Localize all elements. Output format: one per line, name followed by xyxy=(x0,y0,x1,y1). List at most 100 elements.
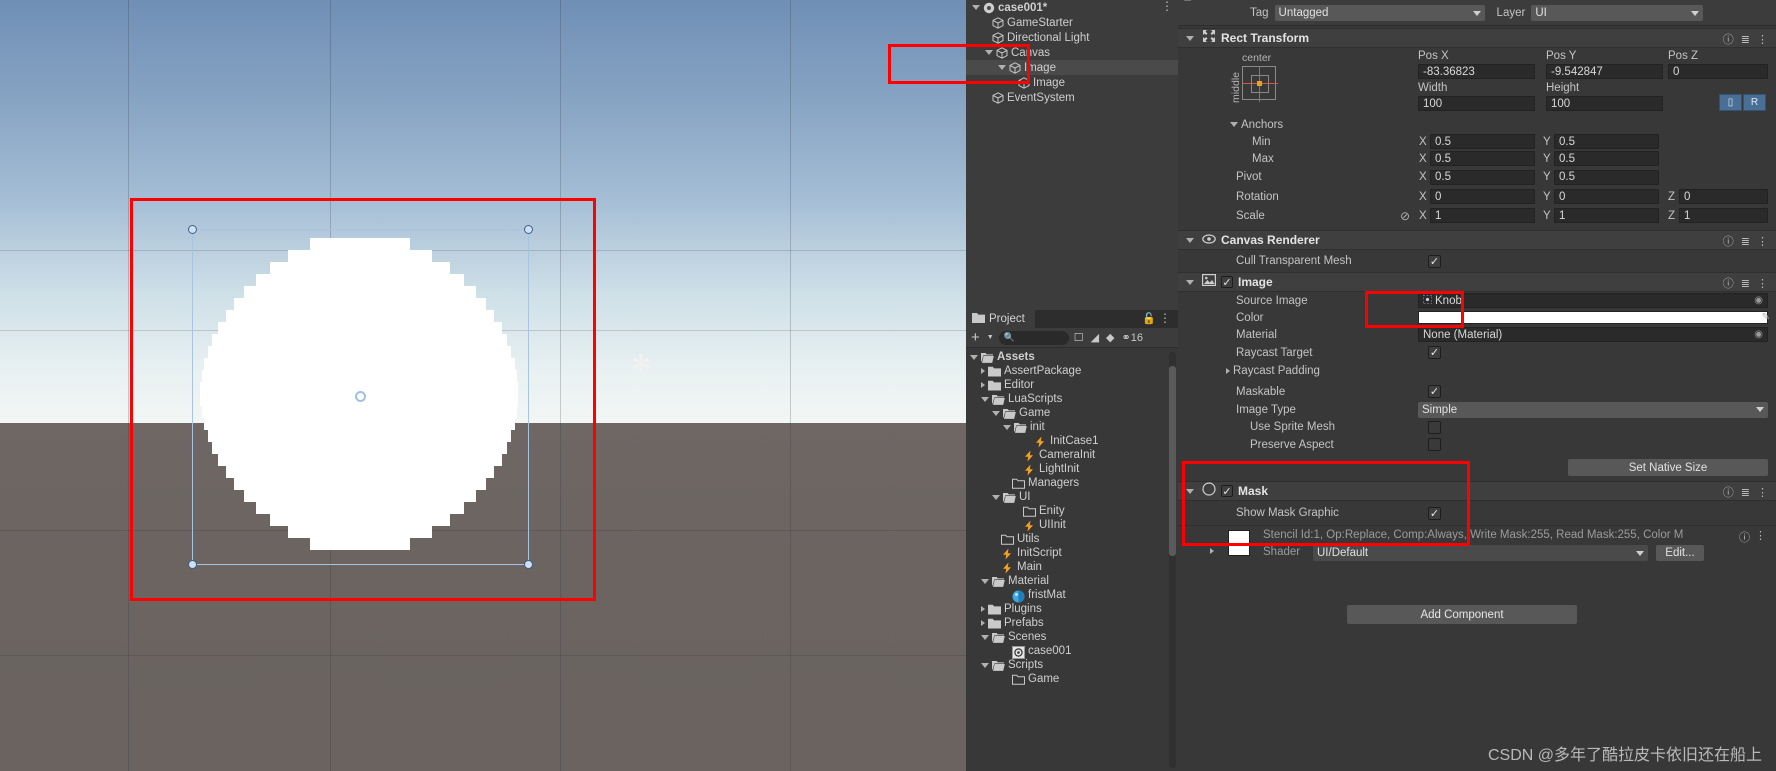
project-item-fristmat[interactable]: fristMat xyxy=(966,588,1178,602)
project-item-lightinit[interactable]: LightInit xyxy=(966,462,1178,476)
project-item-scenes[interactable]: Scenes xyxy=(966,630,1178,644)
collapse-arrow-icon[interactable] xyxy=(981,634,989,640)
maskable-checkbox[interactable]: ✓ xyxy=(1428,385,1441,398)
component-header-rect-transform[interactable]: Rect Transform ⓘ ≣ ⋮ xyxy=(1178,28,1776,48)
tab-project[interactable]: Project xyxy=(966,310,1035,328)
pos-x-field[interactable]: -83.36823 xyxy=(1418,64,1535,79)
raw-edit-mode-button[interactable]: R xyxy=(1743,94,1766,111)
rotation-x-field[interactable]: 0 xyxy=(1430,189,1535,204)
project-item-prefabs[interactable]: Prefabs xyxy=(966,616,1178,630)
hierarchy-item-eventsystem[interactable]: EventSystem xyxy=(966,90,1178,105)
width-field[interactable]: 100 xyxy=(1418,96,1535,111)
project-panel[interactable]: Project 🔓 ⋮ + ▼ 🔍 ☐ ◢ ◆ ⚭ 16 Assets Assert… xyxy=(966,310,1178,771)
search-input[interactable]: 🔍 xyxy=(998,330,1069,345)
project-item-initscript[interactable]: InitScript xyxy=(966,546,1178,560)
project-toolbar[interactable]: + ▼ 🔍 ☐ ◢ ◆ ⚭ 16 xyxy=(966,328,1178,348)
set-native-size-button[interactable]: Set Native Size xyxy=(1568,459,1768,476)
collapse-arrow-icon[interactable] xyxy=(1186,237,1194,243)
expand-arrow-icon[interactable] xyxy=(981,620,985,626)
hierarchy-item-case001-[interactable]: case001* xyxy=(966,0,1178,15)
project-item-camerainit[interactable]: CameraInit xyxy=(966,448,1178,462)
preset-icon[interactable]: ≣ xyxy=(1741,486,1750,499)
project-item-luascripts[interactable]: LuaScripts xyxy=(966,392,1178,406)
project-menu-icon[interactable]: ⋮ xyxy=(1159,311,1171,325)
material-field[interactable]: None (Material) ◉ xyxy=(1418,327,1768,342)
add-component-button[interactable]: Add Component xyxy=(1347,605,1577,624)
project-item-main[interactable]: Main xyxy=(966,560,1178,574)
object-picker-icon[interactable]: ◉ xyxy=(1754,295,1763,306)
collapse-arrow-icon[interactable] xyxy=(992,494,1000,500)
preset-icon[interactable]: ≣ xyxy=(1741,235,1750,248)
preset-icon[interactable]: ≣ xyxy=(1741,277,1750,290)
blueprint-mode-button[interactable]: ▯ xyxy=(1719,94,1742,111)
use-sprite-mesh-checkbox[interactable]: ✓ xyxy=(1428,420,1441,434)
constrain-proportions-icon[interactable]: ⊘ xyxy=(1400,209,1410,223)
help-icon[interactable]: ⓘ xyxy=(1723,275,1734,291)
pos-y-field[interactable]: -9.542847 xyxy=(1546,64,1663,79)
pivot-x-field[interactable]: 0.5 xyxy=(1430,169,1535,185)
pivot-y-field[interactable]: 0.5 xyxy=(1554,169,1659,185)
eyedropper-icon[interactable]: ✎ xyxy=(1762,312,1770,323)
project-item-uiinit[interactable]: UIInit xyxy=(966,518,1178,532)
anchor-min-y-field[interactable]: 0.5 xyxy=(1554,134,1659,149)
help-icon[interactable]: ⓘ xyxy=(1723,484,1734,500)
project-item-assets[interactable]: Assets xyxy=(966,350,1178,364)
collapse-arrow-icon[interactable] xyxy=(981,396,989,402)
preset-icon[interactable]: ≣ xyxy=(1741,33,1750,46)
open-in-new-window-icon[interactable]: ☐ xyxy=(1072,330,1086,346)
project-item-assertpackage[interactable]: AssertPackage xyxy=(966,364,1178,378)
collapse-arrow-icon[interactable] xyxy=(992,410,1000,416)
chevron-down-icon[interactable]: ▼ xyxy=(985,330,996,346)
help-icon[interactable]: ⓘ xyxy=(1739,529,1750,545)
project-item-scripts[interactable]: Scripts xyxy=(966,658,1178,672)
scale-z-field[interactable]: 1 xyxy=(1679,208,1768,223)
anchor-max-x-field[interactable]: 0.5 xyxy=(1430,151,1535,166)
collapse-arrow-icon[interactable] xyxy=(1003,424,1011,430)
source-image-field[interactable]: Knob ◉ xyxy=(1418,293,1768,308)
project-item-game[interactable]: Game xyxy=(966,406,1178,420)
scale-x-field[interactable]: 1 xyxy=(1430,208,1535,223)
raycast-padding-foldout[interactable]: Raycast Padding xyxy=(1178,362,1776,379)
project-item-plugins[interactable]: Plugins xyxy=(966,602,1178,616)
anchors-foldout[interactable]: Anchors xyxy=(1178,116,1776,133)
expand-arrow-icon[interactable] xyxy=(1226,367,1230,374)
image-enabled-checkbox[interactable]: ✓ xyxy=(1221,276,1233,289)
scale-y-field[interactable]: 1 xyxy=(1554,208,1659,223)
help-icon[interactable]: ⓘ xyxy=(1723,31,1734,47)
filter-label-icon[interactable]: ◆ xyxy=(1104,330,1116,346)
object-picker-icon[interactable]: ◉ xyxy=(1754,329,1763,340)
preserve-aspect-checkbox[interactable]: ✓ xyxy=(1428,438,1441,451)
collapse-arrow-icon[interactable] xyxy=(1230,122,1238,127)
layer-dropdown[interactable]: UI xyxy=(1531,5,1704,21)
inspector-panel[interactable]: ⬠ Tag Untagged Layer UI xyxy=(1178,0,1776,771)
collapse-arrow-icon[interactable] xyxy=(981,662,989,668)
rotation-z-field[interactable]: 0 xyxy=(1679,189,1768,204)
hierarchy-item-directional-light[interactable]: Directional Light xyxy=(966,30,1178,45)
add-asset-button[interactable]: + xyxy=(969,329,982,346)
collapse-arrow-icon[interactable] xyxy=(970,354,978,360)
collapse-arrow-icon[interactable] xyxy=(981,578,989,584)
project-item-initcase1[interactable]: InitCase1 xyxy=(966,434,1178,448)
height-field[interactable]: 100 xyxy=(1546,96,1663,111)
hidden-packages-count[interactable]: ⚭ 16 xyxy=(1120,330,1145,346)
collapse-arrow-icon[interactable] xyxy=(1186,279,1194,285)
project-item-init[interactable]: init xyxy=(966,420,1178,434)
shader-dropdown[interactable]: UI/Default xyxy=(1313,545,1648,561)
edit-shader-button[interactable]: Edit... xyxy=(1656,545,1704,561)
anchor-max-y-field[interactable]: 0.5 xyxy=(1554,151,1659,166)
anchor-min-x-field[interactable]: 0.5 xyxy=(1430,134,1535,149)
pos-z-field[interactable]: 0 xyxy=(1668,64,1768,79)
scene-view[interactable]: ✻ xyxy=(0,0,966,771)
more-options-icon[interactable]: ⋮ xyxy=(1757,486,1768,499)
project-item-editor[interactable]: Editor xyxy=(966,378,1178,392)
project-item-case001[interactable]: case001 xyxy=(966,644,1178,659)
project-item-utils[interactable]: Utils xyxy=(966,532,1178,546)
collapse-arrow-icon[interactable] xyxy=(1186,35,1194,41)
filter-type-icon[interactable]: ◢ xyxy=(1089,330,1101,346)
more-options-icon[interactable]: ⋮ xyxy=(1755,529,1766,542)
anchor-preset-button[interactable] xyxy=(1242,66,1278,102)
more-options-icon[interactable]: ⋮ xyxy=(1757,277,1768,290)
rotation-y-field[interactable]: 0 xyxy=(1554,189,1659,204)
more-options-icon[interactable]: ⋮ xyxy=(1757,33,1768,46)
lock-icon[interactable]: 🔓 xyxy=(1142,312,1156,325)
